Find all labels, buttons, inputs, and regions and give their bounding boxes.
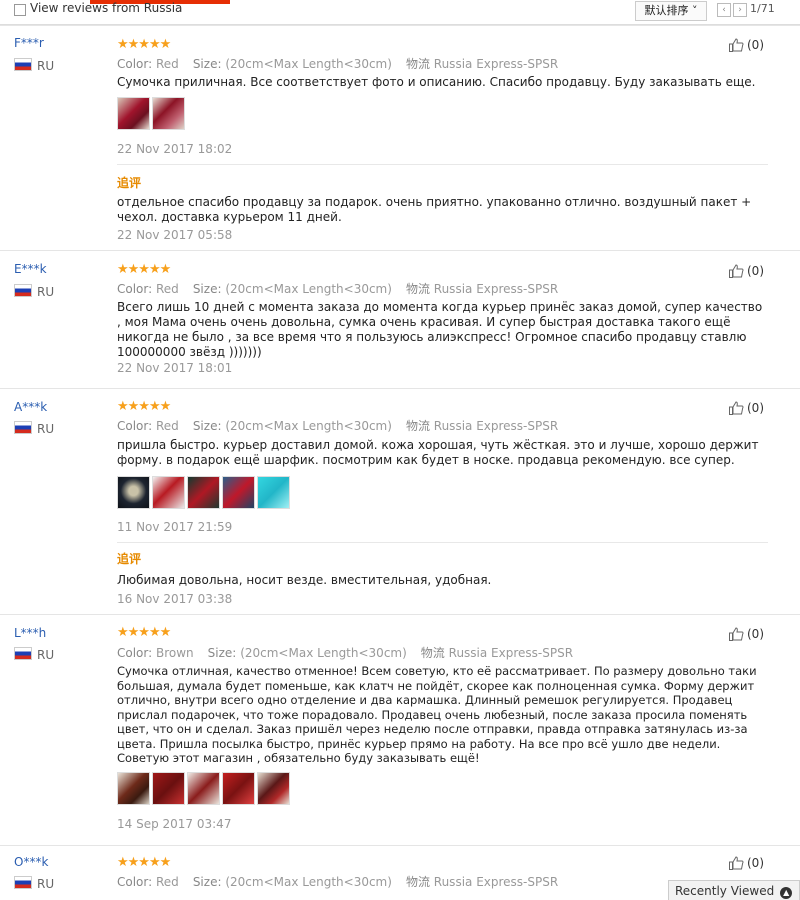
order-attributes: Color: Red Size: (20cm<Max Length<30cm) 物流… [117,875,559,889]
star-rating: ★★★★★ [117,625,171,640]
star-rating: ★★★★★ [117,262,171,277]
russia-flag-icon [14,421,32,434]
russia-flag-icon [14,58,32,71]
followup-label: 追评 [117,176,142,190]
review-photo-thumbnail[interactable] [152,772,185,805]
followup-text: Любимая довольна, носит везде. вместител… [117,573,492,587]
helpful-button[interactable]: (0) [729,856,764,870]
reviewer-name: O***k [14,855,49,869]
view-russia-checkbox[interactable] [14,4,26,16]
review-photo-thumbnail[interactable] [222,772,255,805]
review-photos [117,476,290,509]
prev-page-button[interactable]: ‹ [717,3,731,17]
reviewer-name: L***h [14,626,47,640]
review-text: пришла быстро. курьер доставил домой. ко… [117,438,759,467]
helpful-button[interactable]: (0) [729,264,764,278]
review-photo-thumbnail[interactable] [117,772,150,805]
followup-divider [117,164,768,165]
review-text: Всего лишь 10 дней с момента заказа до м… [117,300,763,359]
followup-text: отдельное спасибо продавцу за подарок. о… [117,195,752,224]
recently-viewed-tab[interactable]: Recently Viewed ▲ [668,880,800,900]
russia-flag-icon [14,647,32,660]
order-attributes: Color: Red Size: (20cm<Max Length<30cm) 物流… [117,57,559,71]
reviewer-country: RU [14,421,54,436]
review-photo-thumbnail[interactable] [257,476,290,509]
review-photo-thumbnail[interactable] [187,772,220,805]
review-photos [117,772,290,805]
thumbs-up-icon [729,38,744,52]
next-page-button[interactable]: › [733,3,747,17]
reviewer-name: E***k [14,262,47,276]
russia-flag-icon [14,284,32,297]
review-divider [0,388,800,389]
star-rating: ★★★★★ [117,37,171,52]
page-indicator: 1/71 [750,2,775,15]
followup-divider [117,542,768,543]
view-russia-label[interactable]: View reviews from Russia [30,1,182,15]
helpful-button[interactable]: (0) [729,627,764,641]
russia-flag-icon [14,876,32,889]
review-date: 22 Nov 2017 18:02 [117,142,233,156]
order-attributes: Color: Brown Size: (20cm<Max Length<30cm)… [117,646,574,660]
thumbs-up-icon [729,627,744,641]
review-text: Сумочка отличная, качество отменное! Все… [117,664,757,765]
followup-label: 追评 [117,552,142,566]
followup-date: 22 Nov 2017 05:58 [117,228,233,242]
review-date: 11 Nov 2017 21:59 [117,520,233,534]
thumbs-up-icon [729,856,744,870]
review-divider [0,845,800,846]
review-photo-thumbnail[interactable] [117,476,150,509]
order-attributes: Color: Red Size: (20cm<Max Length<30cm) 物流… [117,282,559,296]
sort-dropdown[interactable]: 默认排序 ˅ [635,1,707,21]
reviewer-country: RU [14,876,54,891]
review-photo-thumbnail[interactable] [152,97,185,130]
star-rating: ★★★★★ [117,399,171,414]
helpful-button[interactable]: (0) [729,38,764,52]
thumbs-up-icon [729,401,744,415]
review-text: Сумочка приличная. Все соответствует фот… [117,75,756,89]
helpful-button[interactable]: (0) [729,401,764,415]
chevron-up-icon: ▲ [780,887,793,899]
reviewer-name: F***r [14,36,44,50]
review-divider [0,250,800,251]
review-date: 22 Nov 2017 18:01 [117,361,233,375]
thumbs-up-icon [729,264,744,278]
review-filter-bar: View reviews from Russia 默认排序 ˅ ‹ › 1/71 [0,0,800,25]
review-photo-thumbnail[interactable] [222,476,255,509]
review-photo-thumbnail[interactable] [187,476,220,509]
reviewer-country: RU [14,284,54,299]
review-photo-thumbnail[interactable] [152,476,185,509]
review-date: 14 Sep 2017 03:47 [117,817,232,831]
review-photo-thumbnail[interactable] [257,772,290,805]
order-attributes: Color: Red Size: (20cm<Max Length<30cm) 物流… [117,419,559,433]
reviewer-country: RU [14,58,54,73]
review-divider [0,614,800,615]
followup-date: 16 Nov 2017 03:38 [117,592,233,606]
review-photo-thumbnail[interactable] [117,97,150,130]
review-divider [0,25,800,26]
star-rating: ★★★★★ [117,855,171,870]
review-photos [117,97,185,130]
reviewer-name: A***k [14,400,48,414]
reviewer-country: RU [14,647,54,662]
